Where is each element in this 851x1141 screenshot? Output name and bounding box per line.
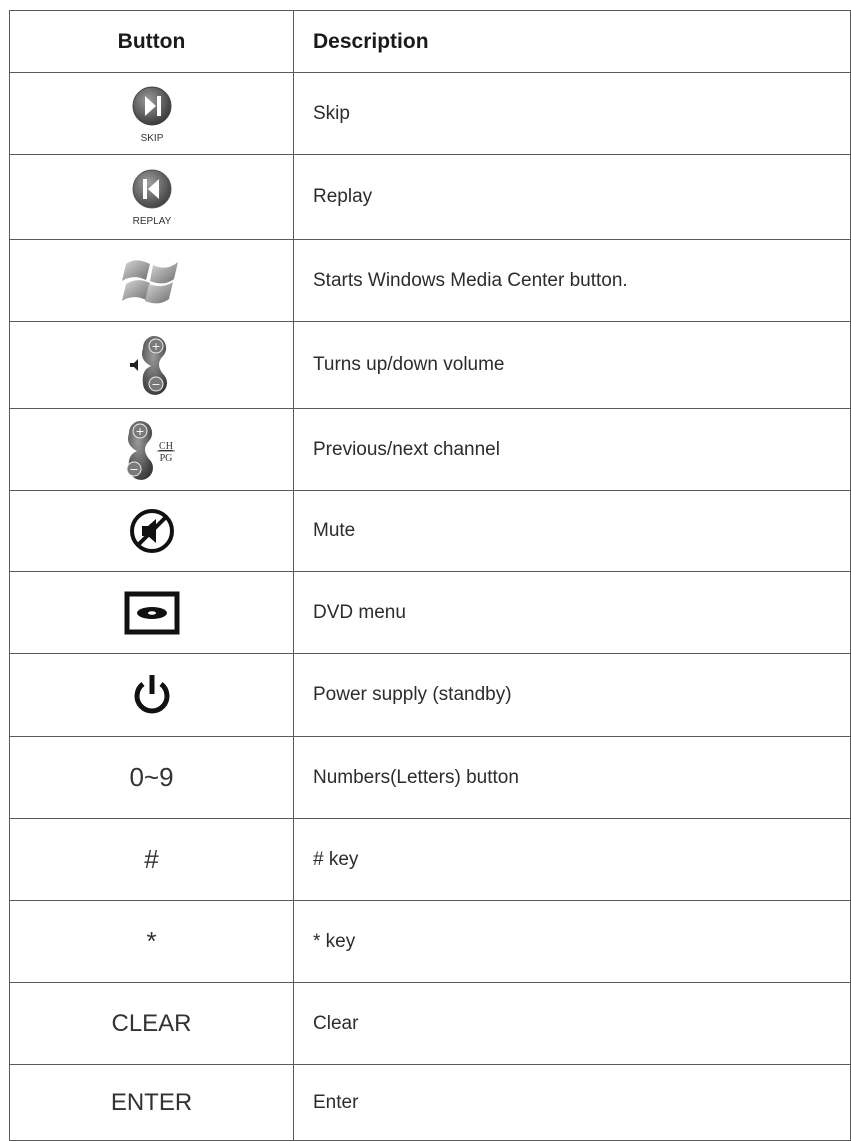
button-cell: + − CH PG	[9, 408, 294, 491]
button-text-clear: CLEAR	[9, 982, 294, 1065]
description-cell: Replay	[293, 154, 851, 240]
button-cell: + −	[9, 321, 294, 409]
button-text-hash: #	[9, 818, 294, 901]
skip-icon: SKIP	[132, 86, 171, 144]
button-text-enter: ENTER	[9, 1064, 294, 1141]
button-cell: REPLAY	[9, 154, 294, 240]
channel-ch-label: CH	[159, 441, 173, 452]
description-cell: Clear	[293, 982, 851, 1065]
dvd-menu-icon	[124, 591, 179, 634]
button-cell	[9, 653, 294, 737]
table-row: REPLAY Replay	[9, 154, 851, 240]
description-cell: * key	[293, 900, 851, 983]
power-icon	[134, 675, 169, 714]
description-cell: Starts Windows Media Center button.	[293, 239, 851, 322]
table-row: Mute	[9, 490, 851, 572]
description-cell: DVD menu	[293, 571, 851, 654]
volume-plus-glyph: +	[151, 340, 160, 353]
table-row: # # key	[9, 818, 851, 901]
description-cell: Previous/next channel	[293, 408, 851, 491]
channel-plus-glyph: +	[135, 425, 144, 438]
description-cell: Turns up/down volume	[293, 321, 851, 409]
skip-caption: SKIP	[140, 133, 163, 144]
table-row: 0~9 Numbers(Letters) button	[9, 736, 851, 819]
button-text-numbers: 0~9	[9, 736, 294, 819]
table-row: + − CH PG Previous/next channel	[9, 408, 851, 491]
button-text-star: *	[9, 900, 294, 983]
table-row: CLEAR Clear	[9, 982, 851, 1065]
description-cell: # key	[293, 818, 851, 901]
button-cell	[9, 239, 294, 322]
replay-icon: REPLAY	[132, 169, 171, 227]
table-header-row: Button Description	[9, 10, 851, 73]
button-cell	[9, 490, 294, 572]
volume-rocker-icon: + −	[129, 335, 167, 395]
description-cell: Enter	[293, 1064, 851, 1141]
volume-minus-glyph: −	[151, 378, 160, 391]
column-header-button: Button	[9, 10, 294, 73]
table-row: ENTER Enter	[9, 1064, 851, 1141]
description-cell: Mute	[293, 490, 851, 572]
button-cell	[9, 571, 294, 654]
remote-buttons-table: Button Description SKIP Skip REPLAY Repl…	[9, 10, 851, 1141]
mute-icon	[129, 509, 174, 553]
description-cell: Skip	[293, 72, 851, 155]
description-cell: Power supply (standby)	[293, 653, 851, 737]
table-row: SKIP Skip	[9, 72, 851, 155]
table-row: DVD menu	[9, 571, 851, 654]
table-row: Starts Windows Media Center button.	[9, 239, 851, 322]
button-cell: SKIP	[9, 72, 294, 155]
table-row: * * key	[9, 900, 851, 983]
description-cell: Numbers(Letters) button	[293, 736, 851, 819]
windows-logo-icon	[121, 259, 178, 303]
channel-minus-glyph: −	[129, 463, 138, 476]
replay-caption: REPLAY	[132, 216, 171, 227]
table-row: + − Turns up/down volume	[9, 321, 851, 409]
channel-rocker-icon: + − CH PG	[126, 420, 175, 480]
table-row: Power supply (standby)	[9, 653, 851, 737]
column-header-description: Description	[293, 10, 851, 73]
channel-pg-label: PG	[159, 453, 172, 464]
